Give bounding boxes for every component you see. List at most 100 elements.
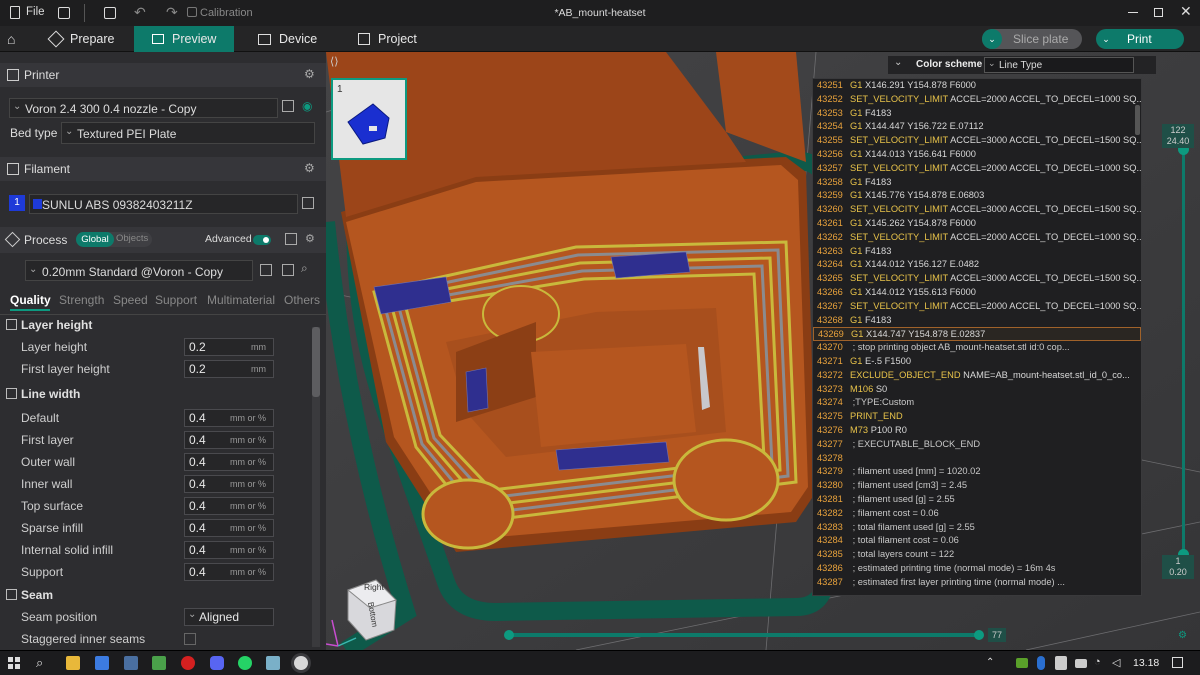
scrollbar-track[interactable] [312,327,320,647]
chevron-down-icon[interactable]: ⌄ [982,29,1002,49]
save-icon[interactable] [104,7,116,19]
gcode-line[interactable]: 43251 G1 X146.291 Y154.878 F6000 [813,79,1141,93]
edit-icon[interactable] [282,100,294,112]
minimize-icon[interactable] [1128,12,1138,13]
tab-project[interactable]: Project [350,26,440,52]
move-slider-end-handle[interactable] [974,630,984,640]
filament-slot-badge[interactable]: 1 [9,195,25,211]
store-icon[interactable] [95,656,109,670]
tab-preview[interactable]: Preview [134,26,234,52]
gcode-line[interactable]: 43256 G1 X144.013 Y156.641 F6000 [813,148,1141,162]
global-option[interactable]: Global [76,232,114,247]
undo-icon[interactable]: ↶ [134,4,146,21]
gcode-line[interactable]: 43262 SET_VELOCITY_LIMIT ACCEL=2000 ACCEL… [813,231,1141,245]
gcode-line[interactable]: 43275 PRINT_END [813,410,1141,424]
color-scheme-select[interactable]: ⌄ Line Type [984,57,1134,73]
chevron-down-icon[interactable]: ⌄ [894,57,902,68]
seam-position-select[interactable]: Aligned [184,608,274,626]
discord-icon[interactable] [210,656,224,670]
gcode-line[interactable]: 43282 ; filament cost = 0.06 [813,507,1141,521]
gcode-line[interactable]: 43283 ; total filament used [g] = 2.55 [813,521,1141,535]
subtab-strength[interactable]: Strength [59,293,104,307]
gcode-line[interactable]: 43258 G1 F4183 [813,176,1141,190]
print-button[interactable]: ⌄ Print [1096,29,1184,49]
gcode-line[interactable]: 43287 ; estimated first layer printing t… [813,576,1141,590]
gcode-line[interactable]: 43265 SET_VELOCITY_LIMIT ACCEL=3000 ACCEL… [813,272,1141,286]
checkbox[interactable] [184,633,196,645]
gcode-line[interactable]: 43264 G1 X144.012 Y156.127 E.0482 [813,258,1141,272]
gcode-line[interactable]: 43280 ; filament used [cm3] = 2.45 [813,479,1141,493]
security-icon[interactable] [1055,656,1067,670]
process-preset-select[interactable]: ⌄ 0.20mm Standard @Voron - Copy [25,260,253,281]
advanced-toggle[interactable] [253,235,271,245]
plate-thumbnail[interactable]: 1 [331,78,407,160]
battery-icon[interactable] [1075,659,1087,668]
home-icon[interactable]: ⌂ [7,31,15,47]
volume-icon[interactable]: ◁ [1112,656,1120,669]
start-icon[interactable] [8,657,20,669]
gcode-scrollbar[interactable] [1135,105,1140,135]
process-settings-icon[interactable]: ⚙ [305,232,315,245]
gcode-line[interactable]: 43278 [813,452,1141,466]
save-preset-icon[interactable] [260,264,272,276]
file-icon[interactable] [10,6,20,19]
gcode-line[interactable]: 43286 ; estimated printing time (normal … [813,562,1141,576]
compare-icon[interactable] [285,233,297,245]
wifi-icon[interactable]: ◉ [302,99,312,113]
photos-icon[interactable] [152,656,166,670]
gcode-line[interactable]: 43263 G1 F4183 [813,245,1141,259]
printer-select[interactable]: ⌄ Voron 2.4 300 0.4 nozzle - Copy [9,98,278,118]
filament-settings-icon[interactable]: ⚙ [304,161,315,175]
file-menu[interactable]: File [26,6,45,18]
gcode-line[interactable]: 43271 G1 E-.5 F1500 [813,355,1141,369]
subtab-support[interactable]: Support [155,293,197,307]
subtab-others[interactable]: Others [284,293,320,307]
gcode-line[interactable]: 43253 G1 F4183 [813,107,1141,121]
filament-select[interactable]: SUNLU ABS 09382403211Z [29,194,298,214]
gcode-line[interactable]: 43274 ;TYPE:Custom [813,396,1141,410]
subtab-quality[interactable]: Quality [10,293,51,307]
gcode-line[interactable]: 43281 ; filament used [g] = 2.55 [813,493,1141,507]
move-slider-track[interactable] [506,633,978,637]
search-icon[interactable]: ⌕ [36,655,43,671]
gcode-line[interactable]: 43267 SET_VELOCITY_LIMIT ACCEL=2000 ACCEL… [813,300,1141,314]
gcode-line[interactable]: 43279 ; filament used [mm] = 1020.02 [813,465,1141,479]
calculator-icon[interactable] [124,656,138,670]
maximize-icon[interactable] [1154,8,1163,17]
bluetooth-icon[interactable] [1037,656,1045,670]
menu-icon[interactable] [58,7,70,19]
gcode-line[interactable]: 43257 SET_VELOCITY_LIMIT ACCEL=2000 ACCEL… [813,162,1141,176]
wifi-icon[interactable]: ◔ [1094,656,1101,668]
tab-device[interactable]: Device [248,26,338,52]
gcode-line[interactable]: 43255 SET_VELOCITY_LIMIT ACCEL=3000 ACCEL… [813,134,1141,148]
chevron-up-icon[interactable]: ⌃ [986,657,994,668]
subtab-speed[interactable]: Speed [113,293,148,307]
bed-type-select[interactable]: ⌄ Textured PEI Plate [61,122,315,144]
layer-slider-track[interactable] [1182,152,1185,562]
calibration-menu[interactable]: Calibration [200,7,253,19]
opera-icon[interactable] [181,656,195,670]
settings-icon[interactable]: ⚙ [1178,630,1187,641]
gcode-line[interactable]: 43270 ; stop printing object AB_mount-he… [813,341,1141,355]
gcode-line[interactable]: 43252 SET_VELOCITY_LIMIT ACCEL=2000 ACCEL… [813,93,1141,107]
gcode-line[interactable]: 43260 SET_VELOCITY_LIMIT ACCEL=3000 ACCEL… [813,203,1141,217]
close-icon[interactable]: ✕ [1180,3,1192,20]
redo-icon[interactable]: ↷ [166,4,178,21]
notifications-icon[interactable] [1172,657,1183,668]
view-cube-right[interactable]: Right [364,582,384,592]
search-icon[interactable]: ⌕ [301,261,308,276]
whatsapp-icon[interactable] [238,656,252,670]
chevron-down-icon[interactable]: ⌄ [1096,29,1116,49]
subtab-multimaterial[interactable]: Multimaterial [207,293,275,307]
gcode-line[interactable]: 43284 ; total filament cost = 0.06 [813,534,1141,548]
calibration-icon[interactable] [187,7,197,17]
gcode-line[interactable]: 43266 G1 X144.012 Y155.613 F6000 [813,286,1141,300]
gcode-line[interactable]: 43285 ; total layers count = 122 [813,548,1141,562]
view-cube[interactable]: Right Bottom [326,570,410,647]
gcode-line[interactable]: 43268 G1 F4183 [813,314,1141,328]
remove-preset-icon[interactable] [282,264,294,276]
move-slider-start-handle[interactable] [504,630,514,640]
file-explorer-icon[interactable] [66,656,80,670]
collapse-sidebar-icon[interactable]: ⟨⟩ [330,55,339,68]
gcode-line[interactable]: 43273 M106 S0 [813,383,1141,397]
